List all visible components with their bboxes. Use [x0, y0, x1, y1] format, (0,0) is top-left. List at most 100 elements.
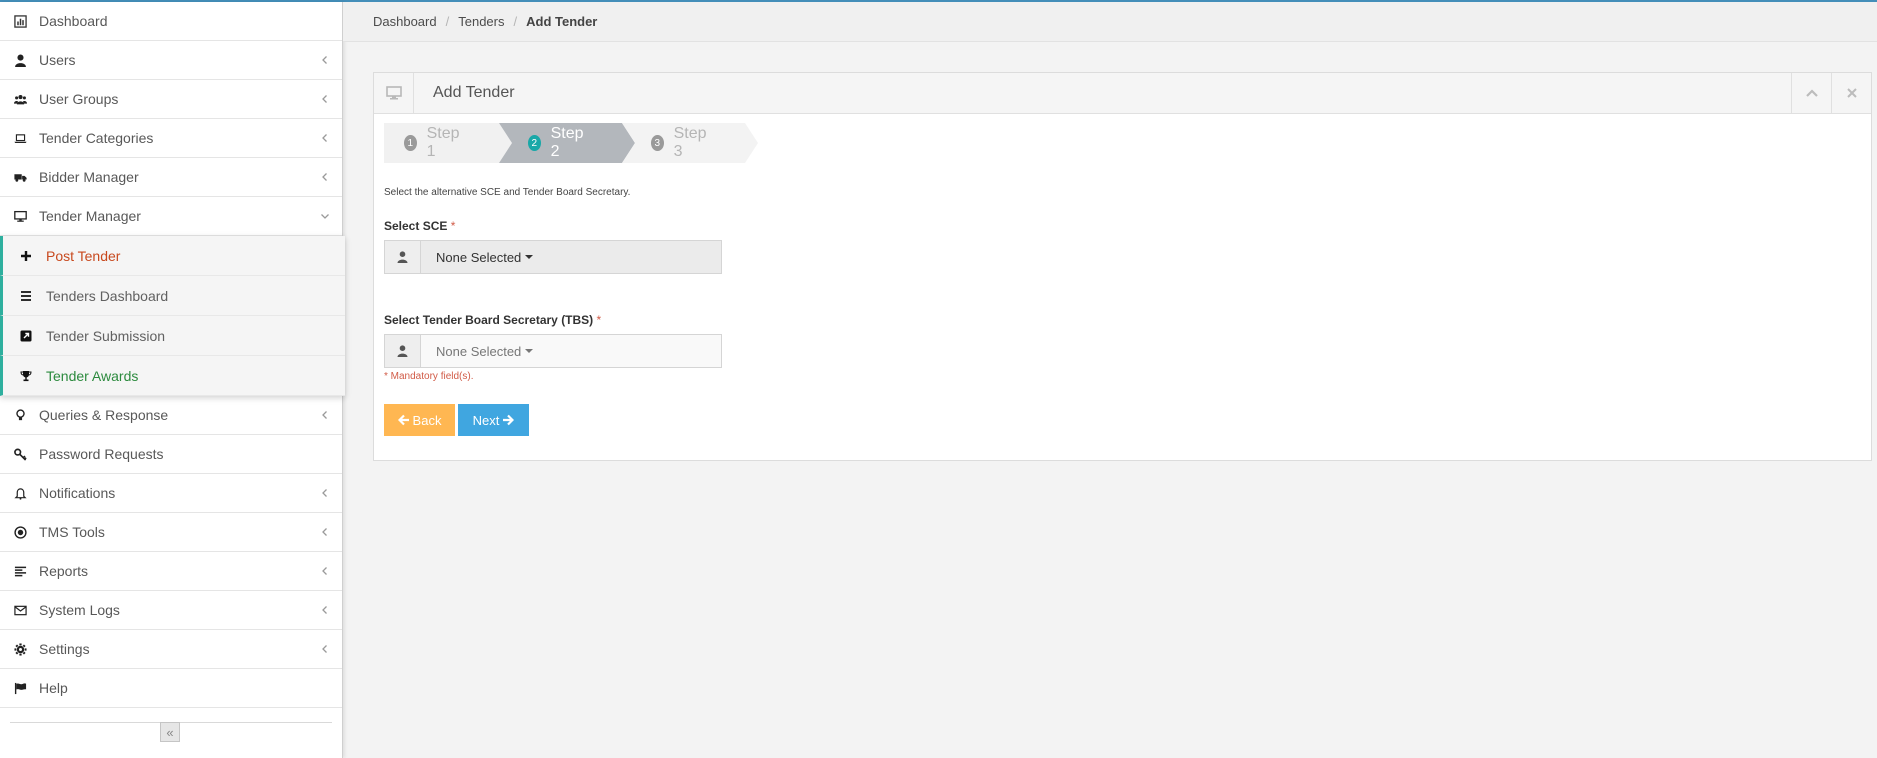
breadcrumb-separator: /	[513, 14, 518, 29]
widget-header: Add Tender	[374, 73, 1871, 114]
next-button[interactable]: Next	[458, 404, 529, 436]
required-marker: *	[450, 219, 456, 233]
chevron-left-icon	[322, 95, 327, 103]
sidebar-item-dashboard[interactable]: Dashboard	[0, 2, 342, 41]
chevron-left-icon	[322, 173, 327, 181]
arrow-left-icon	[397, 414, 409, 426]
sce-label: Select SCE *	[384, 219, 455, 233]
back-button[interactable]: Back	[384, 404, 455, 436]
widget-collapse-button[interactable]	[1791, 73, 1831, 113]
chevron-left-icon	[322, 606, 327, 614]
submenu-item-label: Tenders Dashboard	[46, 287, 169, 304]
sce-select-group: None Selected	[384, 240, 722, 274]
sce-select[interactable]: None Selected	[421, 241, 721, 273]
chevron-left-icon	[322, 56, 327, 64]
sidebar-item-label: Password Requests	[39, 446, 164, 462]
sidebar-collapse-button[interactable]: «	[160, 722, 180, 742]
wizard-step-3[interactable]: 3 Step 3	[651, 123, 710, 163]
widget-close-button[interactable]	[1831, 73, 1871, 113]
bar-chart-icon	[12, 13, 28, 29]
sidebar-item-label: System Logs	[39, 602, 120, 618]
step-description: Select the alternative SCE and Tender Bo…	[384, 187, 631, 198]
envelope-icon	[12, 602, 28, 618]
sidebar-item-label: Notifications	[39, 485, 116, 501]
sidebar-item-label: Dashboard	[39, 13, 108, 29]
wizard-step-1[interactable]: 1 Step 1	[404, 123, 463, 163]
chevron-left-icon	[322, 411, 327, 419]
widget-title: Add Tender	[433, 84, 515, 101]
wizard-step-2[interactable]: 2 Step 2	[528, 123, 587, 163]
sidebar-item-label: Tender Categories	[39, 130, 154, 146]
sidebar-item-settings[interactable]: Settings	[0, 630, 342, 669]
submenu-item-tenders-dashboard[interactable]: Tenders Dashboard	[0, 276, 345, 316]
chevron-left-icon	[322, 567, 327, 575]
flag-icon	[12, 680, 28, 696]
sidebar-item-label: TMS Tools	[39, 524, 105, 540]
sidebar: Dashboard Users User Groups Tender Categori…	[0, 2, 345, 758]
sidebar-item-label: Queries & Response	[39, 407, 169, 423]
bell-icon	[12, 485, 28, 501]
caret-down-icon	[525, 349, 534, 353]
tender-manager-submenu: Post Tender Tenders Dashboard Tender Submi…	[0, 236, 345, 396]
required-marker: *	[596, 313, 602, 327]
sidebar-item-help[interactable]: Help	[0, 669, 342, 708]
submenu-item-tender-awards[interactable]: Tender Awards	[0, 356, 345, 396]
next-button-label: Next	[472, 412, 500, 428]
step-label: Step 3	[673, 125, 707, 160]
sidebar-item-label: Reports	[39, 563, 89, 579]
sidebar-item-password-requests[interactable]: Password Requests	[0, 435, 342, 474]
sidebar-item-tms-tools[interactable]: TMS Tools	[0, 513, 342, 552]
sidebar-item-system-logs[interactable]: System Logs	[0, 591, 342, 630]
sidebar-item-tender-manager[interactable]: Tender Manager	[0, 197, 342, 236]
users-icon	[12, 91, 28, 107]
double-chevron-left-icon: «	[166, 724, 174, 740]
truck-icon	[12, 169, 28, 185]
submenu-item-tender-submission[interactable]: Tender Submission	[0, 316, 345, 356]
caret-down-icon	[525, 255, 534, 259]
step-number: 1	[404, 135, 417, 151]
user-icon	[385, 241, 421, 273]
sidebar-item-users[interactable]: Users	[0, 41, 342, 80]
tbs-label-text: Select Tender Board Secretary (TBS)	[384, 313, 594, 327]
breadcrumb-separator: /	[445, 14, 450, 29]
add-tender-widget: Add Tender 1 Step 1 2 Step 2 3 Step 3 Se…	[373, 72, 1872, 461]
monitor-icon	[374, 73, 414, 113]
breadcrumb-dashboard[interactable]: Dashboard	[373, 14, 437, 29]
sidebar-item-tender-categories[interactable]: Tender Categories	[0, 119, 342, 158]
arrow-right-icon	[503, 414, 515, 426]
sce-label-text: Select SCE	[384, 219, 448, 233]
laptop-icon	[12, 130, 28, 146]
user-icon	[12, 52, 28, 68]
sidebar-item-queries-and-response[interactable]: Queries & Response	[0, 396, 342, 435]
sidebar-item-reports[interactable]: Reports	[0, 552, 342, 591]
tbs-select-group: None Selected	[384, 334, 722, 368]
sidebar-item-label: Help	[39, 680, 68, 696]
lightbulb-icon	[12, 407, 28, 423]
chevron-down-icon	[321, 214, 329, 219]
list-icon	[19, 289, 33, 303]
submenu-item-post-tender[interactable]: Post Tender	[0, 236, 345, 276]
chevron-left-icon	[322, 528, 327, 536]
chevron-left-icon	[322, 134, 327, 142]
step-label: Step 2	[550, 125, 584, 160]
sidebar-item-label: User Groups	[39, 91, 119, 107]
step-number: 3	[651, 135, 664, 151]
sidebar-item-user-groups[interactable]: User Groups	[0, 80, 342, 119]
chevron-left-icon	[322, 489, 327, 497]
sidebar-item-label: Users	[39, 52, 76, 68]
external-square-icon	[19, 329, 33, 343]
cog-icon	[12, 641, 28, 657]
sidebar-item-label: Settings	[39, 641, 90, 657]
tbs-select[interactable]: None Selected	[421, 335, 721, 367]
monitor-icon	[12, 208, 28, 224]
step-label: Step 1	[426, 125, 460, 160]
submenu-item-label: Tender Submission	[46, 327, 166, 344]
sidebar-item-label: Tender Manager	[39, 208, 141, 224]
sidebar-item-label: Bidder Manager	[39, 169, 139, 185]
sidebar-item-notifications[interactable]: Notifications	[0, 474, 342, 513]
plus-icon	[19, 249, 33, 263]
sidebar-item-bidder-manager[interactable]: Bidder Manager	[0, 158, 342, 197]
mandatory-note: * Mandatory field(s).	[384, 371, 474, 382]
breadcrumb-tenders[interactable]: Tenders	[458, 14, 504, 29]
sce-selected-value: None Selected	[436, 249, 522, 265]
